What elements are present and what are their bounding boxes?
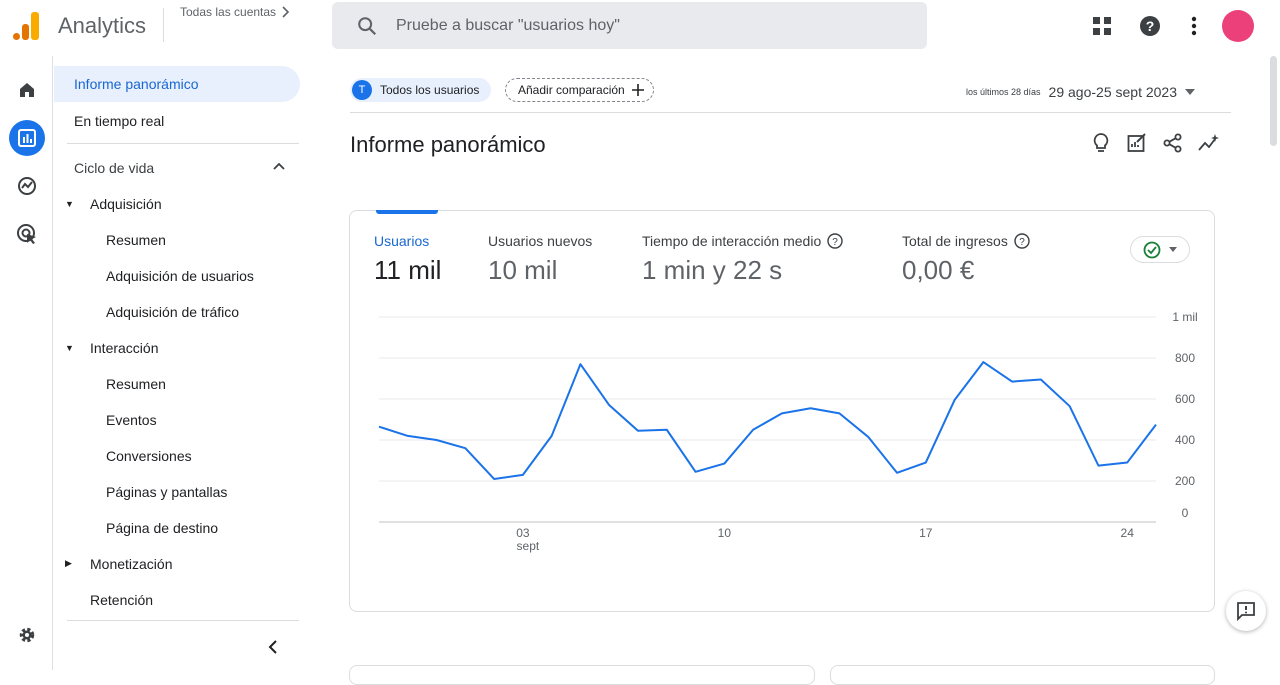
nav-item-engagement[interactable]: Interacción <box>90 340 158 356</box>
advertising-icon[interactable] <box>9 216 45 252</box>
nav-divider <box>67 143 299 144</box>
nav-item-traffic-acquisition[interactable]: Adquisición de tráfico <box>106 304 239 320</box>
y-tick-label: 0 <box>1182 506 1189 520</box>
analytics-logo[interactable] <box>13 12 39 40</box>
nav-item-conversions[interactable]: Conversiones <box>106 448 192 464</box>
all-accounts-label: Todas las cuentas <box>180 5 277 19</box>
help-icon[interactable]: ? <box>1138 14 1162 38</box>
feedback-icon <box>1237 602 1255 621</box>
date-range-picker[interactable]: los últimos 28 días 29 ago-25 sept 2023 <box>966 84 1195 100</box>
nav-item-acquisition[interactable]: Adquisición <box>90 196 162 212</box>
avatar[interactable] <box>1222 10 1254 42</box>
x-tick-label: 10 <box>718 526 732 540</box>
nav-item-retention[interactable]: Retención <box>90 592 153 608</box>
x-tick-label: 03 <box>516 526 530 540</box>
more-vert-icon[interactable] <box>1182 14 1206 38</box>
dropdown-arrow-icon <box>1185 89 1195 95</box>
nav-item-pages-screens[interactable]: Páginas y pantallas <box>106 484 227 500</box>
search-input[interactable] <box>396 16 876 35</box>
apps-grid-icon[interactable] <box>1090 14 1114 38</box>
app-title[interactable]: Analytics <box>58 13 146 39</box>
series-line <box>378 361 1157 480</box>
insights-sparkle-icon[interactable] <box>1197 131 1221 155</box>
summary-card <box>830 665 1215 685</box>
caret-right-icon[interactable]: ▶ <box>65 558 72 569</box>
nav-item-user-acquisition[interactable]: Adquisición de usuarios <box>106 268 254 284</box>
insights-lightbulb-icon[interactable] <box>1089 131 1113 155</box>
caret-down-icon[interactable]: ▼ <box>65 199 74 209</box>
nav-item-realtime[interactable]: En tiempo real <box>74 113 164 129</box>
date-range-value: 29 ago-25 sept 2023 <box>1048 84 1177 100</box>
nav-item-landing-page[interactable]: Página de destino <box>106 520 218 536</box>
svg-text:?: ? <box>1146 18 1155 34</box>
nav-divider <box>67 620 299 621</box>
search-bar[interactable] <box>332 2 927 49</box>
nav-section-lifecycle[interactable]: Ciclo de vida <box>74 160 154 176</box>
search-icon <box>358 16 377 35</box>
left-rail <box>0 56 53 670</box>
x-tick-label: 24 <box>1121 526 1135 540</box>
chevron-right-icon <box>282 6 290 18</box>
add-comparison-label: Añadir comparación <box>518 83 625 97</box>
header-divider <box>163 8 164 42</box>
summary-card <box>349 665 815 685</box>
y-tick-label: 1 mil <box>1172 310 1197 324</box>
add-comparison-button[interactable]: Añadir comparación <box>505 78 654 102</box>
nav-item-monetization[interactable]: Monetización <box>90 556 173 572</box>
scrollbar[interactable] <box>1270 56 1277 146</box>
explore-icon[interactable] <box>9 168 45 204</box>
segment-badge: T <box>352 80 372 100</box>
home-icon[interactable] <box>9 72 45 108</box>
share-icon[interactable] <box>1161 131 1185 155</box>
all-accounts-link[interactable]: Todas las cuentas <box>180 5 290 19</box>
segment-label: Todos los usuarios <box>380 83 480 97</box>
collapse-nav-icon[interactable] <box>268 640 278 654</box>
caret-down-icon[interactable]: ▼ <box>65 343 74 353</box>
top-bar: Analytics Todas las cuentas ? <box>0 0 1280 56</box>
chevron-up-icon[interactable] <box>273 162 285 170</box>
x-tick-label: 17 <box>919 526 933 540</box>
nav-item-events[interactable]: Eventos <box>106 412 157 428</box>
nav-item-acquisition-summary[interactable]: Resumen <box>106 232 166 248</box>
settings-icon[interactable] <box>9 617 45 653</box>
plus-icon <box>631 84 644 96</box>
x-tick-sublabel: sept <box>517 539 540 553</box>
y-tick-label: 800 <box>1175 351 1195 365</box>
header-divider <box>350 112 1231 113</box>
reports-icon[interactable] <box>9 120 45 156</box>
y-tick-label: 600 <box>1175 392 1195 406</box>
segment-chip[interactable]: T Todos los usuarios <box>350 78 492 102</box>
overview-chart-card: Usuarios 11 mil Usuarios nuevos 10 mil T… <box>349 210 1215 612</box>
nav-item-overview[interactable]: Informe panorámico <box>54 66 300 102</box>
users-line-chart: 0 200 400 600 800 1 mil 03sept 10 17 24 <box>378 310 1198 553</box>
nav-item-engagement-summary[interactable]: Resumen <box>106 376 166 392</box>
date-range-caption: los últimos 28 días <box>966 87 1041 97</box>
y-tick-label: 200 <box>1175 474 1195 488</box>
side-navigation: Informe panorámico En tiempo real Ciclo … <box>54 56 306 670</box>
y-tick-label: 400 <box>1175 433 1195 447</box>
feedback-button[interactable] <box>1226 591 1266 631</box>
nav-item-overview-label: Informe panorámico <box>74 76 199 92</box>
page-title: Informe panorámico <box>350 132 546 157</box>
customize-report-icon[interactable] <box>1125 131 1149 155</box>
